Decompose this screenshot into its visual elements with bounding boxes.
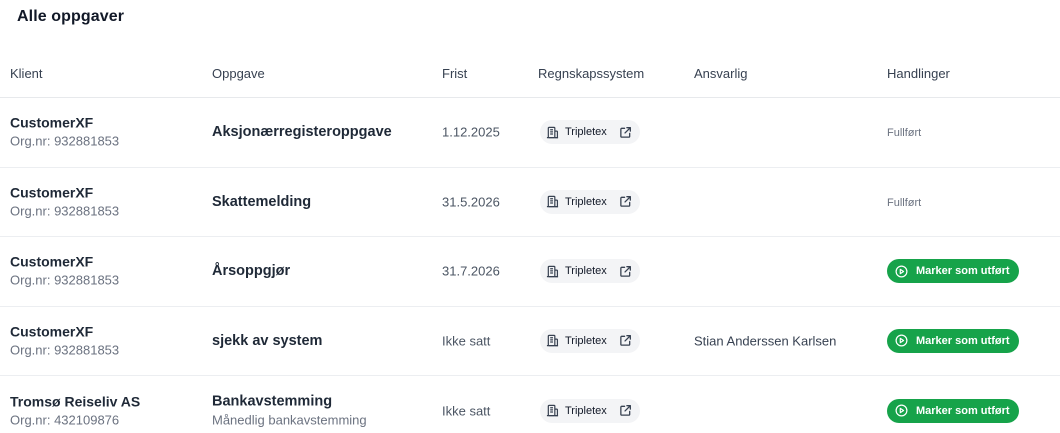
building-icon	[546, 334, 559, 347]
table-body: CustomerXF Org.nr: 932881853 Aksjonærreg…	[0, 98, 1060, 433]
client-cell: CustomerXF Org.nr: 932881853	[10, 322, 119, 359]
client-name[interactable]: CustomerXF	[10, 253, 119, 271]
task-description: Månedlig bankavstemming	[212, 412, 367, 428]
status-completed: Fullført	[887, 127, 922, 140]
system-cell: Tripletex	[540, 328, 640, 353]
task-name[interactable]: Bankavstemming	[212, 392, 367, 410]
actions-cell: Marker som utført	[887, 259, 1019, 284]
building-icon	[546, 265, 559, 278]
table-row[interactable]: CustomerXF Org.nr: 932881853 Aksjonærreg…	[0, 98, 1060, 168]
table-row[interactable]: Tromsø Reiseliv AS Org.nr: 432109876 Ban…	[0, 376, 1060, 433]
task-cell: Bankavstemming Månedlig bankavstemming	[212, 392, 367, 429]
system-cell: Tripletex	[540, 189, 640, 214]
client-org-number: Org.nr: 932881853	[10, 133, 120, 149]
external-link-icon[interactable]	[619, 404, 632, 417]
play-circle-icon	[895, 265, 908, 278]
external-link-icon[interactable]	[619, 126, 632, 139]
client-name[interactable]: CustomerXF	[10, 114, 119, 132]
building-icon	[546, 126, 559, 139]
mark-done-button[interactable]: Marker som utført	[887, 328, 1019, 353]
tasks-table: Klient Oppgave Frist Regnskapssystem Ans…	[0, 50, 1060, 433]
task-name[interactable]: Skattemelding	[212, 193, 311, 211]
system-cell: Tripletex	[540, 259, 640, 284]
mark-done-label: Marker som utført	[916, 334, 1010, 347]
system-cell: Tripletex	[540, 398, 640, 423]
play-circle-icon	[895, 334, 908, 347]
external-link-icon[interactable]	[619, 265, 632, 278]
table-header: Klient Oppgave Frist Regnskapssystem Ans…	[0, 50, 1060, 98]
actions-cell: Fullført	[887, 123, 921, 141]
task-cell: Årsoppgjør	[212, 262, 290, 280]
system-name: Tripletex	[565, 126, 607, 139]
client-cell: CustomerXF Org.nr: 932881853	[10, 253, 119, 290]
system-link[interactable]: Tripletex	[540, 259, 640, 284]
column-header-client[interactable]: Klient	[10, 66, 43, 81]
column-header-task[interactable]: Oppgave	[212, 66, 265, 81]
system-link[interactable]: Tripletex	[540, 328, 640, 353]
task-cell: sjekk av system	[212, 332, 322, 350]
client-cell: CustomerXF Org.nr: 932881853	[10, 114, 119, 151]
deadline: Ikke satt	[442, 333, 491, 349]
actions-cell: Marker som utført	[887, 398, 1019, 423]
actions-cell: Fullført	[887, 193, 921, 211]
external-link-icon[interactable]	[619, 195, 632, 208]
building-icon	[546, 404, 559, 417]
table-row[interactable]: CustomerXF Org.nr: 932881853 sjekk av sy…	[0, 307, 1060, 376]
task-cell: Aksjonærregisteroppgave	[212, 123, 392, 141]
client-org-number: Org.nr: 432109876	[10, 412, 120, 428]
column-header-system[interactable]: Regnskapssystem	[538, 66, 644, 81]
column-header-responsible[interactable]: Ansvarlig	[694, 66, 747, 81]
task-name[interactable]: Årsoppgjør	[212, 262, 290, 280]
responsible: Stian Anderssen Karlsen	[694, 333, 837, 349]
page-title: Alle oppgaver	[17, 8, 125, 25]
external-link-icon[interactable]	[619, 334, 632, 347]
system-name: Tripletex	[565, 195, 607, 208]
mark-done-button[interactable]: Marker som utført	[887, 259, 1019, 284]
deadline: 31.7.2026	[442, 263, 500, 279]
mark-done-label: Marker som utført	[916, 265, 1010, 278]
play-circle-icon	[895, 404, 908, 417]
building-icon	[546, 195, 559, 208]
column-header-deadline[interactable]: Frist	[442, 66, 467, 81]
table-row[interactable]: CustomerXF Org.nr: 932881853 Skattemeldi…	[0, 168, 1060, 237]
deadline: 1.12.2025	[442, 124, 500, 140]
task-name[interactable]: Aksjonærregisteroppgave	[212, 123, 392, 141]
client-cell: CustomerXF Org.nr: 932881853	[10, 183, 119, 220]
column-header-actions: Handlinger	[887, 66, 950, 81]
system-link[interactable]: Tripletex	[540, 398, 640, 423]
client-cell: Tromsø Reiseliv AS Org.nr: 432109876	[10, 392, 140, 429]
deadline: Ikke satt	[442, 403, 491, 419]
system-name: Tripletex	[565, 265, 607, 278]
client-name[interactable]: Tromsø Reiseliv AS	[10, 392, 140, 410]
system-name: Tripletex	[565, 334, 607, 347]
deadline: 31.5.2026	[442, 194, 500, 210]
client-org-number: Org.nr: 932881853	[10, 272, 120, 288]
mark-done-label: Marker som utført	[916, 404, 1010, 417]
task-cell: Skattemelding	[212, 193, 311, 211]
client-name[interactable]: CustomerXF	[10, 322, 119, 340]
mark-done-button[interactable]: Marker som utført	[887, 398, 1019, 423]
status-completed: Fullført	[887, 196, 922, 209]
actions-cell: Marker som utført	[887, 328, 1019, 353]
table-row[interactable]: CustomerXF Org.nr: 932881853 Årsoppgjør …	[0, 237, 1060, 307]
system-link[interactable]: Tripletex	[540, 189, 640, 214]
client-org-number: Org.nr: 932881853	[10, 203, 120, 219]
task-name[interactable]: sjekk av system	[212, 332, 322, 350]
system-cell: Tripletex	[540, 120, 640, 145]
client-org-number: Org.nr: 932881853	[10, 342, 120, 358]
client-name[interactable]: CustomerXF	[10, 183, 119, 201]
system-name: Tripletex	[565, 404, 607, 417]
system-link[interactable]: Tripletex	[540, 120, 640, 145]
